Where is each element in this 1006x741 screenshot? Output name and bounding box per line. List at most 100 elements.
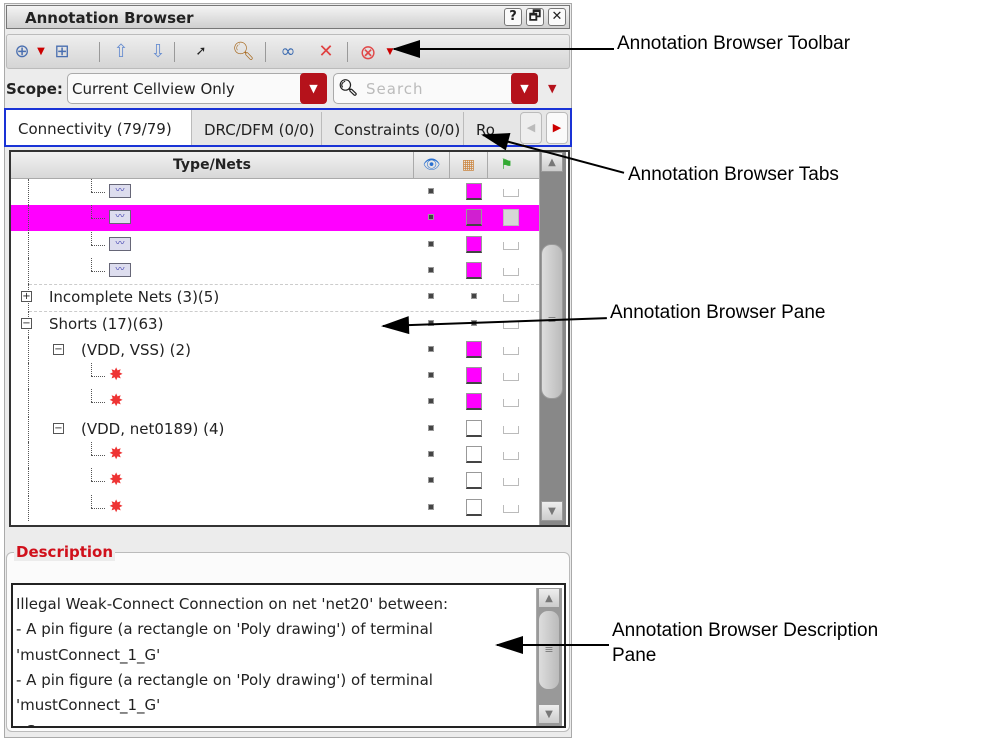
tab-scroll-right[interactable]: ▶ <box>546 112 568 144</box>
color-swatch[interactable] <box>466 183 482 200</box>
tree-line <box>91 376 105 378</box>
flag-toggle[interactable] <box>503 267 519 276</box>
zoom-to-icon[interactable]: ⊞ <box>51 41 73 63</box>
tree-line <box>28 336 29 363</box>
tab-drc-dfm[interactable]: DRC/DFM (0/0) <box>192 112 322 145</box>
collapse-icon[interactable]: − <box>21 317 32 329</box>
flag-toggle[interactable] <box>503 241 519 250</box>
tree-line <box>28 442 29 468</box>
visibility-toggle[interactable] <box>428 214 434 221</box>
tree-group-row[interactable]: − (VDD, net0189) (4) <box>11 415 539 442</box>
color-select-icon[interactable]: ▦ <box>449 152 487 179</box>
flag-toggle[interactable] <box>503 452 519 460</box>
flag-toggle[interactable] <box>503 209 519 227</box>
close-button[interactable]: ✕ <box>548 8 566 26</box>
visibility-toggle[interactable] <box>428 345 434 352</box>
flag-icon[interactable]: ⚑ <box>487 152 525 179</box>
net-row[interactable]: 〰 <box>11 205 539 232</box>
flag-toggle[interactable] <box>503 399 519 408</box>
scroll-thumb[interactable]: ≡ <box>541 244 563 399</box>
magnify-icon[interactable]: 🔍︎ <box>232 41 255 63</box>
net-row[interactable]: 〰 <box>11 231 539 258</box>
select-pointer-icon[interactable]: ➚ <box>190 41 212 63</box>
scope-select[interactable]: Current Cellview Only ▼ <box>67 73 327 104</box>
dropdown-arrow-icon[interactable]: ▼ <box>35 41 47 63</box>
float-button[interactable]: 🗗 <box>526 8 544 26</box>
separator <box>174 42 175 62</box>
visibility-toggle[interactable] <box>428 293 434 300</box>
tree-line <box>91 481 105 483</box>
short-marker-row[interactable]: ✸ <box>11 468 539 495</box>
help-button[interactable]: ? <box>504 8 522 26</box>
visibility-toggle[interactable] <box>428 240 434 247</box>
collapse-icon[interactable]: − <box>53 343 64 355</box>
visibility-toggle[interactable] <box>428 188 434 194</box>
description-scrollbar[interactable]: ▲ ≡ ▼ <box>536 588 562 726</box>
tree-group-row[interactable]: − (VDD, VSS) (2) <box>11 336 539 363</box>
short-marker-icon: ✸ <box>109 444 124 464</box>
flag-toggle[interactable] <box>503 294 519 303</box>
collapse-icon[interactable]: − <box>53 422 64 434</box>
tree-line <box>91 389 92 403</box>
callout-toolbar: Annotation Browser Toolbar <box>617 33 851 54</box>
tree-scrollbar[interactable]: ▲ ≡ ▼ <box>539 152 566 525</box>
color-swatch[interactable] <box>466 209 482 227</box>
column-type-nets[interactable]: Type/Nets <box>11 152 413 179</box>
arrow-up-icon[interactable]: ⇧ <box>110 41 132 63</box>
tree-group-row[interactable]: + Incomplete Nets (3)(5) <box>11 284 539 311</box>
hide-all-icon[interactable]: ✕ <box>315 41 337 63</box>
separator <box>99 42 100 62</box>
description-line: Illegal Weak-Connect Connection on net '… <box>16 595 449 613</box>
callout-arrow <box>495 636 609 654</box>
color-swatch[interactable] <box>466 340 482 358</box>
arrow-down-icon[interactable]: ⇩ <box>147 41 169 63</box>
short-marker-row[interactable]: ✸ <box>11 494 539 521</box>
color-swatch[interactable] <box>466 235 482 253</box>
color-swatch[interactable] <box>466 472 482 490</box>
tab-connectivity[interactable]: Connectivity (79/79) <box>6 110 192 145</box>
short-marker-row[interactable]: ✸ <box>11 389 539 416</box>
visibility-toggle[interactable] <box>428 398 434 405</box>
flag-toggle[interactable] <box>503 478 519 487</box>
color-swatch[interactable] <box>466 446 482 463</box>
color-swatch[interactable] <box>466 367 482 385</box>
short-marker-row[interactable]: ✸ <box>11 442 539 468</box>
net-row[interactable]: 〰 <box>11 257 539 284</box>
color-swatch[interactable] <box>466 419 482 437</box>
flag-toggle[interactable] <box>503 189 519 197</box>
visibility-toggle[interactable] <box>428 266 434 273</box>
flag-toggle[interactable] <box>503 504 519 513</box>
color-swatch[interactable] <box>471 293 477 300</box>
show-all-icon[interactable]: ∞ <box>277 41 299 63</box>
color-swatch[interactable] <box>466 393 482 411</box>
tab-constraints[interactable]: Constraints (0/0) <box>322 112 464 145</box>
net-row[interactable]: 〰 <box>11 179 539 205</box>
zoom-fit-icon[interactable]: ⊕ <box>11 41 33 63</box>
chevron-down-icon[interactable]: ▼ <box>511 73 538 104</box>
scroll-up-button[interactable]: ▲ <box>538 588 560 608</box>
tree-line <box>28 257 29 284</box>
options-dropdown-icon[interactable]: ▼ <box>548 82 556 95</box>
visibility-toggle[interactable] <box>428 477 434 484</box>
visibility-toggle[interactable] <box>428 372 434 379</box>
color-swatch[interactable] <box>466 498 482 516</box>
short-marker-row[interactable]: ✸ <box>11 363 539 390</box>
scroll-down-button[interactable]: ▼ <box>538 704 560 724</box>
expand-icon[interactable]: + <box>21 291 32 303</box>
tree-line <box>91 192 105 193</box>
stop-icon[interactable]: ⊗ <box>357 41 379 63</box>
visibility-toggle[interactable] <box>428 424 434 431</box>
flag-toggle[interactable] <box>503 425 519 434</box>
callout-tabs: Annotation Browser Tabs <box>628 164 839 185</box>
tab-scroll-left[interactable]: ◀ <box>520 112 542 144</box>
search-input[interactable]: 🔍︎ Search ▼ <box>333 73 538 104</box>
color-swatch[interactable] <box>466 261 482 279</box>
visibility-toggle[interactable] <box>428 451 434 457</box>
visibility-toggle[interactable] <box>428 503 434 510</box>
flag-toggle[interactable] <box>503 346 519 355</box>
visibility-eye-icon[interactable]: 👁︎ <box>413 152 449 179</box>
scroll-thumb[interactable]: ≡ <box>538 610 560 690</box>
scroll-down-button[interactable]: ▼ <box>541 501 563 521</box>
chevron-down-icon[interactable]: ▼ <box>300 73 327 104</box>
flag-toggle[interactable] <box>503 373 519 382</box>
